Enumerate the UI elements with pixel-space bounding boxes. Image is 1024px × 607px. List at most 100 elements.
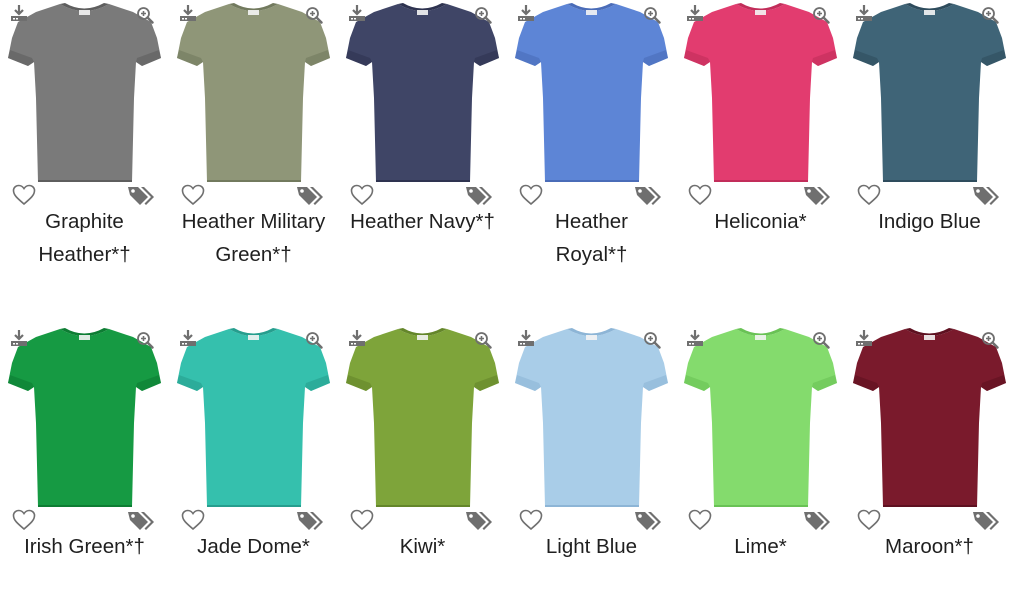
product-name-line-1: Heather Military xyxy=(181,210,326,233)
product-card[interactable]: Heather Navy*† xyxy=(338,0,507,282)
price-tag-icon[interactable] xyxy=(126,509,156,531)
product-name-line-1: Maroon*† xyxy=(885,535,974,558)
download-icon[interactable] xyxy=(517,4,535,22)
product-name-line-1: Graphite xyxy=(45,210,124,233)
product-name-line-1: Kiwi* xyxy=(399,535,446,558)
product-color-name[interactable]: Heliconia* xyxy=(676,205,845,238)
zoom-in-icon[interactable] xyxy=(643,6,661,24)
heart-icon[interactable] xyxy=(181,509,205,531)
product-name-line-1: Lime* xyxy=(734,535,787,558)
product-name-line-1: Light Blue xyxy=(545,535,638,558)
heart-icon[interactable] xyxy=(519,184,543,206)
zoom-in-icon[interactable] xyxy=(136,331,154,349)
zoom-in-icon[interactable] xyxy=(474,6,492,24)
tshirt-image[interactable] xyxy=(177,0,330,185)
price-tag-icon[interactable] xyxy=(464,509,494,531)
product-color-name[interactable]: Heather Royal*† xyxy=(507,205,676,271)
product-color-name[interactable]: Graphite Heather*† xyxy=(0,205,169,271)
tshirt-image[interactable] xyxy=(346,325,499,510)
product-card[interactable]: Kiwi* xyxy=(338,325,507,607)
product-card[interactable]: Heather Military Green*† xyxy=(169,0,338,282)
heart-icon[interactable] xyxy=(12,184,36,206)
heart-icon[interactable] xyxy=(181,184,205,206)
zoom-in-icon[interactable] xyxy=(474,331,492,349)
price-tag-icon[interactable] xyxy=(802,184,832,206)
product-card[interactable]: Indigo Blue xyxy=(845,0,1014,282)
heart-icon[interactable] xyxy=(350,184,374,206)
tshirt-image[interactable] xyxy=(515,0,668,185)
product-card[interactable]: Jade Dome* xyxy=(169,325,338,607)
heart-icon[interactable] xyxy=(519,509,543,531)
product-color-name[interactable]: Irish Green*† xyxy=(0,530,169,563)
product-name-line-2: Heather*† xyxy=(38,243,131,266)
product-card[interactable]: Lime* xyxy=(676,325,845,607)
price-tag-icon[interactable] xyxy=(464,184,494,206)
product-card[interactable]: Heliconia* xyxy=(676,0,845,282)
product-color-name[interactable]: Maroon*† xyxy=(845,530,1014,563)
tshirt-image[interactable] xyxy=(8,0,161,185)
product-color-name[interactable]: Kiwi* xyxy=(338,530,507,563)
tshirt-image[interactable] xyxy=(515,325,668,510)
product-color-grid: Graphite Heather*† Heather Military Gree… xyxy=(0,0,1024,564)
tshirt-image[interactable] xyxy=(346,0,499,185)
tshirt-image[interactable] xyxy=(177,325,330,510)
heart-icon[interactable] xyxy=(350,509,374,531)
price-tag-icon[interactable] xyxy=(971,509,1001,531)
price-tag-icon[interactable] xyxy=(126,184,156,206)
price-tag-icon[interactable] xyxy=(633,184,663,206)
product-color-name[interactable]: Indigo Blue xyxy=(845,205,1014,238)
product-color-name[interactable]: Heather Military Green*† xyxy=(169,205,338,271)
download-icon[interactable] xyxy=(179,329,197,347)
product-name-line-1: Jade Dome* xyxy=(197,535,310,558)
download-icon[interactable] xyxy=(179,4,197,22)
product-color-name[interactable]: Lime* xyxy=(676,530,845,563)
tshirt-image[interactable] xyxy=(853,325,1006,510)
zoom-in-icon[interactable] xyxy=(136,6,154,24)
zoom-in-icon[interactable] xyxy=(812,6,830,24)
zoom-in-icon[interactable] xyxy=(981,6,999,24)
zoom-in-icon[interactable] xyxy=(305,331,323,349)
zoom-in-icon[interactable] xyxy=(981,331,999,349)
price-tag-icon[interactable] xyxy=(971,184,1001,206)
heart-icon[interactable] xyxy=(688,509,712,531)
heart-icon[interactable] xyxy=(688,184,712,206)
price-tag-icon[interactable] xyxy=(295,184,325,206)
download-icon[interactable] xyxy=(686,4,704,22)
product-name-line-1: Indigo Blue xyxy=(878,210,981,233)
price-tag-icon[interactable] xyxy=(295,509,325,531)
download-icon[interactable] xyxy=(10,4,28,22)
product-name-line-1: Irish Green*† xyxy=(24,535,145,558)
product-name-line-2: Royal*† xyxy=(555,243,628,266)
product-name-line-2: Green*† xyxy=(215,243,292,266)
product-color-name[interactable]: Light Blue xyxy=(507,530,676,563)
product-name-line-1: Heather xyxy=(555,210,628,233)
download-icon[interactable] xyxy=(855,4,873,22)
product-card[interactable]: Irish Green*† xyxy=(0,325,169,607)
download-icon[interactable] xyxy=(686,329,704,347)
heart-icon[interactable] xyxy=(857,509,881,531)
tshirt-image[interactable] xyxy=(684,325,837,510)
heart-icon[interactable] xyxy=(857,184,881,206)
product-name-line-1: Heather Navy*† xyxy=(350,210,495,233)
tshirt-image[interactable] xyxy=(684,0,837,185)
product-card[interactable]: Heather Royal*† xyxy=(507,0,676,282)
heart-icon[interactable] xyxy=(12,509,36,531)
product-color-name[interactable]: Heather Navy*† xyxy=(338,205,507,238)
download-icon[interactable] xyxy=(855,329,873,347)
download-icon[interactable] xyxy=(517,329,535,347)
product-name-line-1: Heliconia* xyxy=(714,210,807,233)
zoom-in-icon[interactable] xyxy=(643,331,661,349)
product-card[interactable]: Maroon*† xyxy=(845,325,1014,607)
product-card[interactable]: Light Blue xyxy=(507,325,676,607)
zoom-in-icon[interactable] xyxy=(812,331,830,349)
product-card[interactable]: Graphite Heather*† xyxy=(0,0,169,282)
download-icon[interactable] xyxy=(10,329,28,347)
tshirt-image[interactable] xyxy=(853,0,1006,185)
download-icon[interactable] xyxy=(348,4,366,22)
tshirt-image[interactable] xyxy=(8,325,161,510)
price-tag-icon[interactable] xyxy=(633,509,663,531)
price-tag-icon[interactable] xyxy=(802,509,832,531)
product-color-name[interactable]: Jade Dome* xyxy=(169,530,338,563)
download-icon[interactable] xyxy=(348,329,366,347)
zoom-in-icon[interactable] xyxy=(305,6,323,24)
